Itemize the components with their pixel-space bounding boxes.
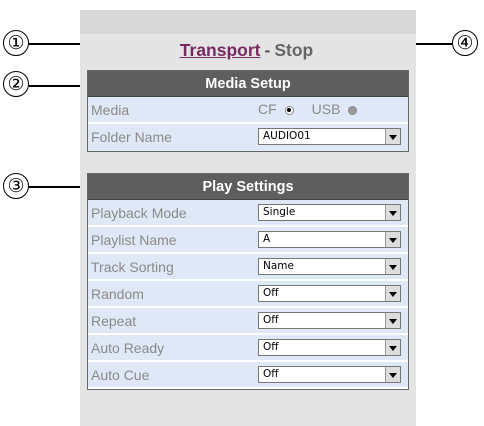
folder-name-label: Folder Name bbox=[91, 129, 172, 145]
playback-mode-value: Single bbox=[263, 206, 296, 218]
chevron-down-icon[interactable] bbox=[385, 286, 400, 301]
track-sorting-value: Name bbox=[263, 260, 294, 272]
play-settings-section: Play Settings Playback Mode Single Playlis… bbox=[87, 173, 409, 390]
auto-cue-select[interactable]: Off bbox=[258, 366, 401, 383]
chevron-down-icon[interactable] bbox=[385, 205, 400, 220]
media-setup-header: Media Setup bbox=[88, 71, 408, 97]
random-row: Random Off bbox=[88, 281, 408, 308]
playlist-name-row: Playlist Name A bbox=[88, 227, 408, 254]
auto-ready-row: Auto Ready Off bbox=[88, 335, 408, 362]
chevron-down-icon[interactable] bbox=[385, 367, 400, 382]
cf-label: CF bbox=[258, 101, 277, 117]
track-sorting-row: Track Sorting Name bbox=[88, 254, 408, 281]
auto-ready-label: Auto Ready bbox=[91, 340, 165, 356]
folder-name-select[interactable]: AUDIO01 bbox=[258, 128, 401, 145]
repeat-label: Repeat bbox=[91, 313, 137, 329]
callout-4: ④ bbox=[452, 30, 478, 56]
track-sorting-label: Track Sorting bbox=[91, 259, 174, 275]
folder-name-row: Folder Name AUDIO01 bbox=[88, 124, 408, 151]
usb-radio[interactable] bbox=[348, 105, 358, 115]
callout-1: ① bbox=[3, 30, 29, 56]
cf-radio[interactable] bbox=[284, 105, 294, 115]
top-band bbox=[80, 10, 416, 34]
chevron-down-icon[interactable] bbox=[385, 313, 400, 328]
title-separator: - bbox=[264, 39, 271, 60]
track-sorting-select[interactable]: Name bbox=[258, 258, 401, 275]
chevron-down-icon[interactable] bbox=[385, 259, 400, 274]
callout-2: ② bbox=[3, 71, 29, 97]
repeat-row: Repeat Off bbox=[88, 308, 408, 335]
folder-name-value: AUDIO01 bbox=[263, 130, 311, 142]
stop-title: Stop bbox=[274, 39, 314, 60]
chevron-down-icon[interactable] bbox=[385, 232, 400, 247]
chevron-down-icon[interactable] bbox=[385, 340, 400, 355]
chevron-down-icon[interactable] bbox=[385, 129, 400, 144]
playlist-name-label: Playlist Name bbox=[91, 232, 177, 248]
play-settings-header: Play Settings bbox=[88, 174, 408, 200]
repeat-select[interactable]: Off bbox=[258, 312, 401, 329]
callout-3: ③ bbox=[3, 173, 29, 199]
media-setup-section: Media Setup Media CF USB Folder Name AUDI… bbox=[87, 70, 409, 152]
transport-link[interactable]: Transport bbox=[180, 40, 261, 61]
random-label: Random bbox=[91, 286, 144, 302]
random-value: Off bbox=[263, 287, 279, 299]
playlist-name-value: A bbox=[263, 233, 271, 245]
playback-mode-select[interactable]: Single bbox=[258, 204, 401, 221]
callout-2-line bbox=[29, 85, 87, 87]
playback-mode-row: Playback Mode Single bbox=[88, 200, 408, 227]
repeat-value: Off bbox=[263, 314, 279, 326]
auto-cue-row: Auto Cue Off bbox=[88, 362, 408, 389]
media-radio-group: CF USB bbox=[258, 101, 375, 117]
media-label: Media bbox=[91, 102, 130, 118]
auto-ready-select[interactable]: Off bbox=[258, 339, 401, 356]
playback-mode-label: Playback Mode bbox=[91, 205, 187, 221]
auto-cue-value: Off bbox=[263, 368, 279, 380]
usb-label: USB bbox=[311, 101, 341, 117]
auto-ready-value: Off bbox=[263, 341, 279, 353]
callout-3-line bbox=[29, 186, 87, 188]
random-select[interactable]: Off bbox=[258, 285, 401, 302]
playlist-name-select[interactable]: A bbox=[258, 231, 401, 248]
web-panel: Transport - Stop Media Setup Media CF USB… bbox=[80, 10, 416, 426]
auto-cue-label: Auto Cue bbox=[91, 367, 150, 383]
media-row: Media CF USB bbox=[88, 97, 408, 124]
page-title: Transport - Stop bbox=[157, 34, 336, 66]
